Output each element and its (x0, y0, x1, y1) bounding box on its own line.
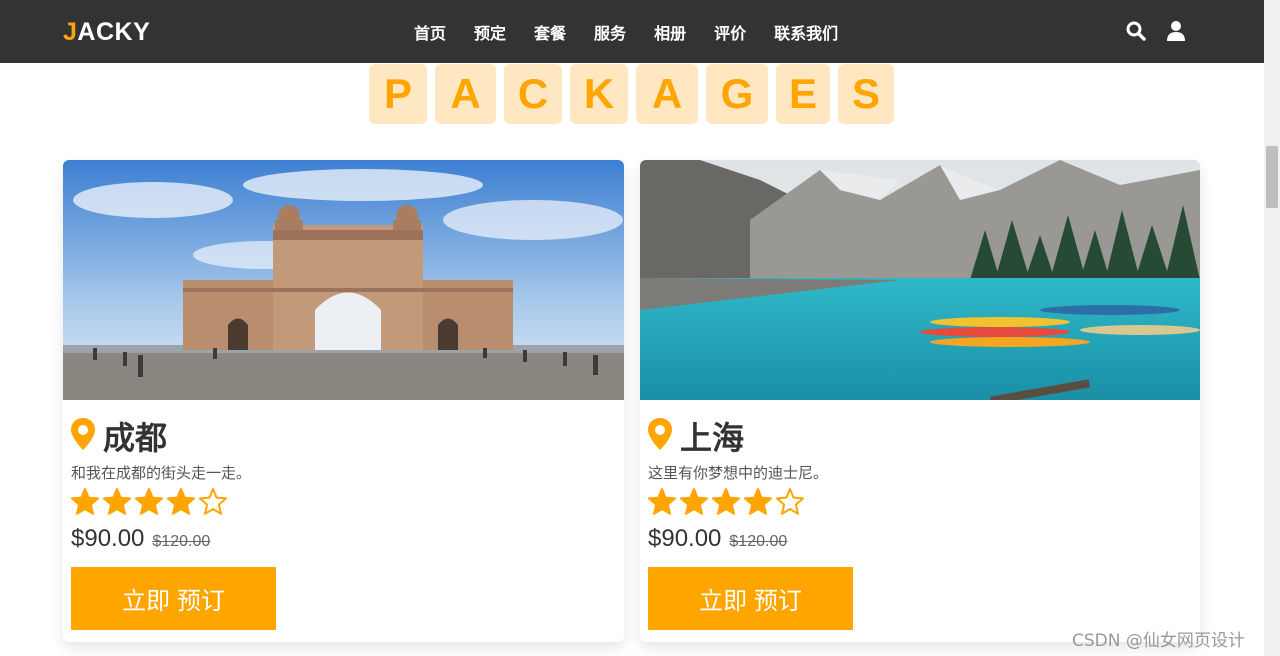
heading-letter: K (570, 64, 628, 124)
map-marker-icon (71, 418, 95, 454)
card-description: 这里有你梦想中的迪士尼。 (648, 464, 829, 482)
current-price: $90.00 (648, 525, 722, 552)
current-price: $90.00 (71, 525, 145, 552)
header-icons (1126, 20, 1186, 42)
star-filled-icon (744, 488, 772, 520)
nav-item-contact[interactable]: 联系我们 (774, 20, 838, 44)
logo-rest: ACKY (77, 18, 151, 46)
price-row: $90.00 $120.00 (71, 525, 616, 553)
star-filled-icon (167, 488, 195, 520)
top-navbar: JACKY 首页 预定 套餐 服务 相册 评价 联系我们 (0, 0, 1264, 63)
card-body: 上海 这里有你梦想中的迪士尼。 $90.00 $120.00 立即 预订 (640, 400, 1200, 630)
package-image-gateway (63, 160, 624, 400)
star-empty-icon (199, 488, 227, 520)
card-description: 和我在成都的街头走一走。 (71, 464, 252, 482)
page-scrollbar[interactable] (1264, 0, 1280, 656)
old-price: $120.00 (152, 533, 211, 550)
card-title-row: 上海 (648, 416, 1192, 457)
nav-item-reviews[interactable]: 评价 (714, 20, 746, 44)
nav-item-packages[interactable]: 套餐 (534, 20, 566, 44)
heading-letter: A (636, 64, 698, 124)
card-city: 成都 (103, 419, 168, 457)
nav-item-booking[interactable]: 预定 (474, 20, 506, 44)
book-now-button[interactable]: 立即 预订 (71, 567, 276, 630)
star-filled-icon (71, 488, 99, 520)
star-filled-icon (135, 488, 163, 520)
star-filled-icon (712, 488, 740, 520)
watermark: CSDN @仙女网页设计 (1072, 631, 1245, 651)
search-icon[interactable] (1126, 20, 1146, 42)
package-card: 上海 这里有你梦想中的迪士尼。 $90.00 $120.00 立即 预订 (640, 160, 1200, 642)
package-card: 成都 和我在成都的街头走一走。 $90.00 $120.00 立即 预订 (63, 160, 624, 642)
star-filled-icon (680, 488, 708, 520)
logo[interactable]: JACKY (63, 18, 150, 47)
card-city: 上海 (680, 419, 745, 457)
logo-initial: J (63, 18, 78, 46)
card-title-row: 成都 (71, 416, 616, 457)
star-rating (71, 488, 616, 520)
nav-item-home[interactable]: 首页 (414, 20, 446, 44)
heading-letter: A (435, 64, 496, 124)
book-now-button[interactable]: 立即 预订 (648, 567, 853, 630)
star-filled-icon (648, 488, 676, 520)
heading-letter: E (776, 64, 830, 124)
star-rating (648, 488, 1192, 520)
scroll-thumb[interactable] (1266, 146, 1278, 208)
map-marker-icon (648, 418, 672, 454)
card-body: 成都 和我在成都的街头走一走。 $90.00 $120.00 立即 预订 (63, 400, 624, 630)
user-icon[interactable] (1166, 20, 1186, 42)
old-price: $120.00 (729, 533, 788, 550)
heading-letter: G (706, 64, 768, 124)
main-nav: 首页 预定 套餐 服务 相册 评价 联系我们 (414, 20, 866, 44)
star-filled-icon (103, 488, 131, 520)
package-image-lake (640, 160, 1200, 400)
nav-item-services[interactable]: 服务 (594, 20, 626, 44)
price-row: $90.00 $120.00 (648, 525, 1192, 553)
star-empty-icon (776, 488, 804, 520)
nav-item-gallery[interactable]: 相册 (654, 20, 686, 44)
heading-letter: P (369, 64, 427, 124)
packages-heading: P A C K A G E S (369, 64, 894, 124)
heading-letter: S (838, 64, 894, 124)
heading-letter: C (504, 64, 562, 124)
